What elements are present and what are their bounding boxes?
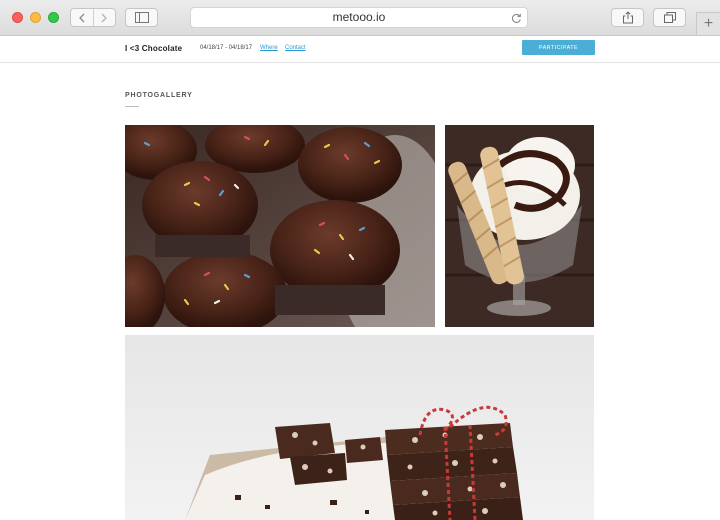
- gallery-photo-cupcakes[interactable]: [125, 125, 435, 327]
- gallery-title: PHOTOGALLERY: [125, 92, 193, 99]
- chevron-left-icon: [78, 13, 85, 22]
- gallery-photo-sundae[interactable]: [445, 125, 594, 327]
- zoom-window-button[interactable]: [48, 12, 59, 23]
- minimize-window-button[interactable]: [30, 12, 41, 23]
- close-window-button[interactable]: [12, 12, 23, 23]
- chevron-right-icon: [101, 13, 108, 22]
- participate-button[interactable]: PARTICIPATE: [522, 40, 595, 55]
- gallery-photo-chocolate-bark[interactable]: [125, 335, 594, 520]
- contact-link[interactable]: Contact: [285, 45, 306, 51]
- new-tab-button[interactable]: +: [696, 12, 720, 35]
- url-text: metooo.io: [332, 10, 386, 24]
- back-button[interactable]: [71, 9, 93, 26]
- tabs-overview-button[interactable]: [653, 8, 686, 27]
- history-nav: [70, 8, 116, 27]
- share-icon: [622, 11, 633, 24]
- reload-button[interactable]: [511, 11, 522, 30]
- event-dates: 04/18/17 - 04/18/17: [200, 45, 253, 51]
- site-brand[interactable]: I <3 Chocolate: [125, 44, 182, 53]
- tabs-icon: [663, 12, 676, 23]
- where-link[interactable]: Where: [260, 45, 278, 51]
- forward-button[interactable]: [92, 9, 116, 26]
- sidebar-toggle-button[interactable]: [125, 8, 158, 27]
- share-button[interactable]: [611, 8, 644, 27]
- sidebar-icon: [134, 12, 149, 23]
- address-bar[interactable]: metooo.io: [190, 7, 528, 28]
- title-underline: [125, 106, 139, 107]
- plus-icon: +: [703, 15, 714, 32]
- reload-icon: [511, 13, 521, 23]
- site-header: I <3 Chocolate 04/18/17 - 04/18/17 Where…: [0, 36, 720, 63]
- browser-toolbar: metooo.io +: [0, 0, 720, 36]
